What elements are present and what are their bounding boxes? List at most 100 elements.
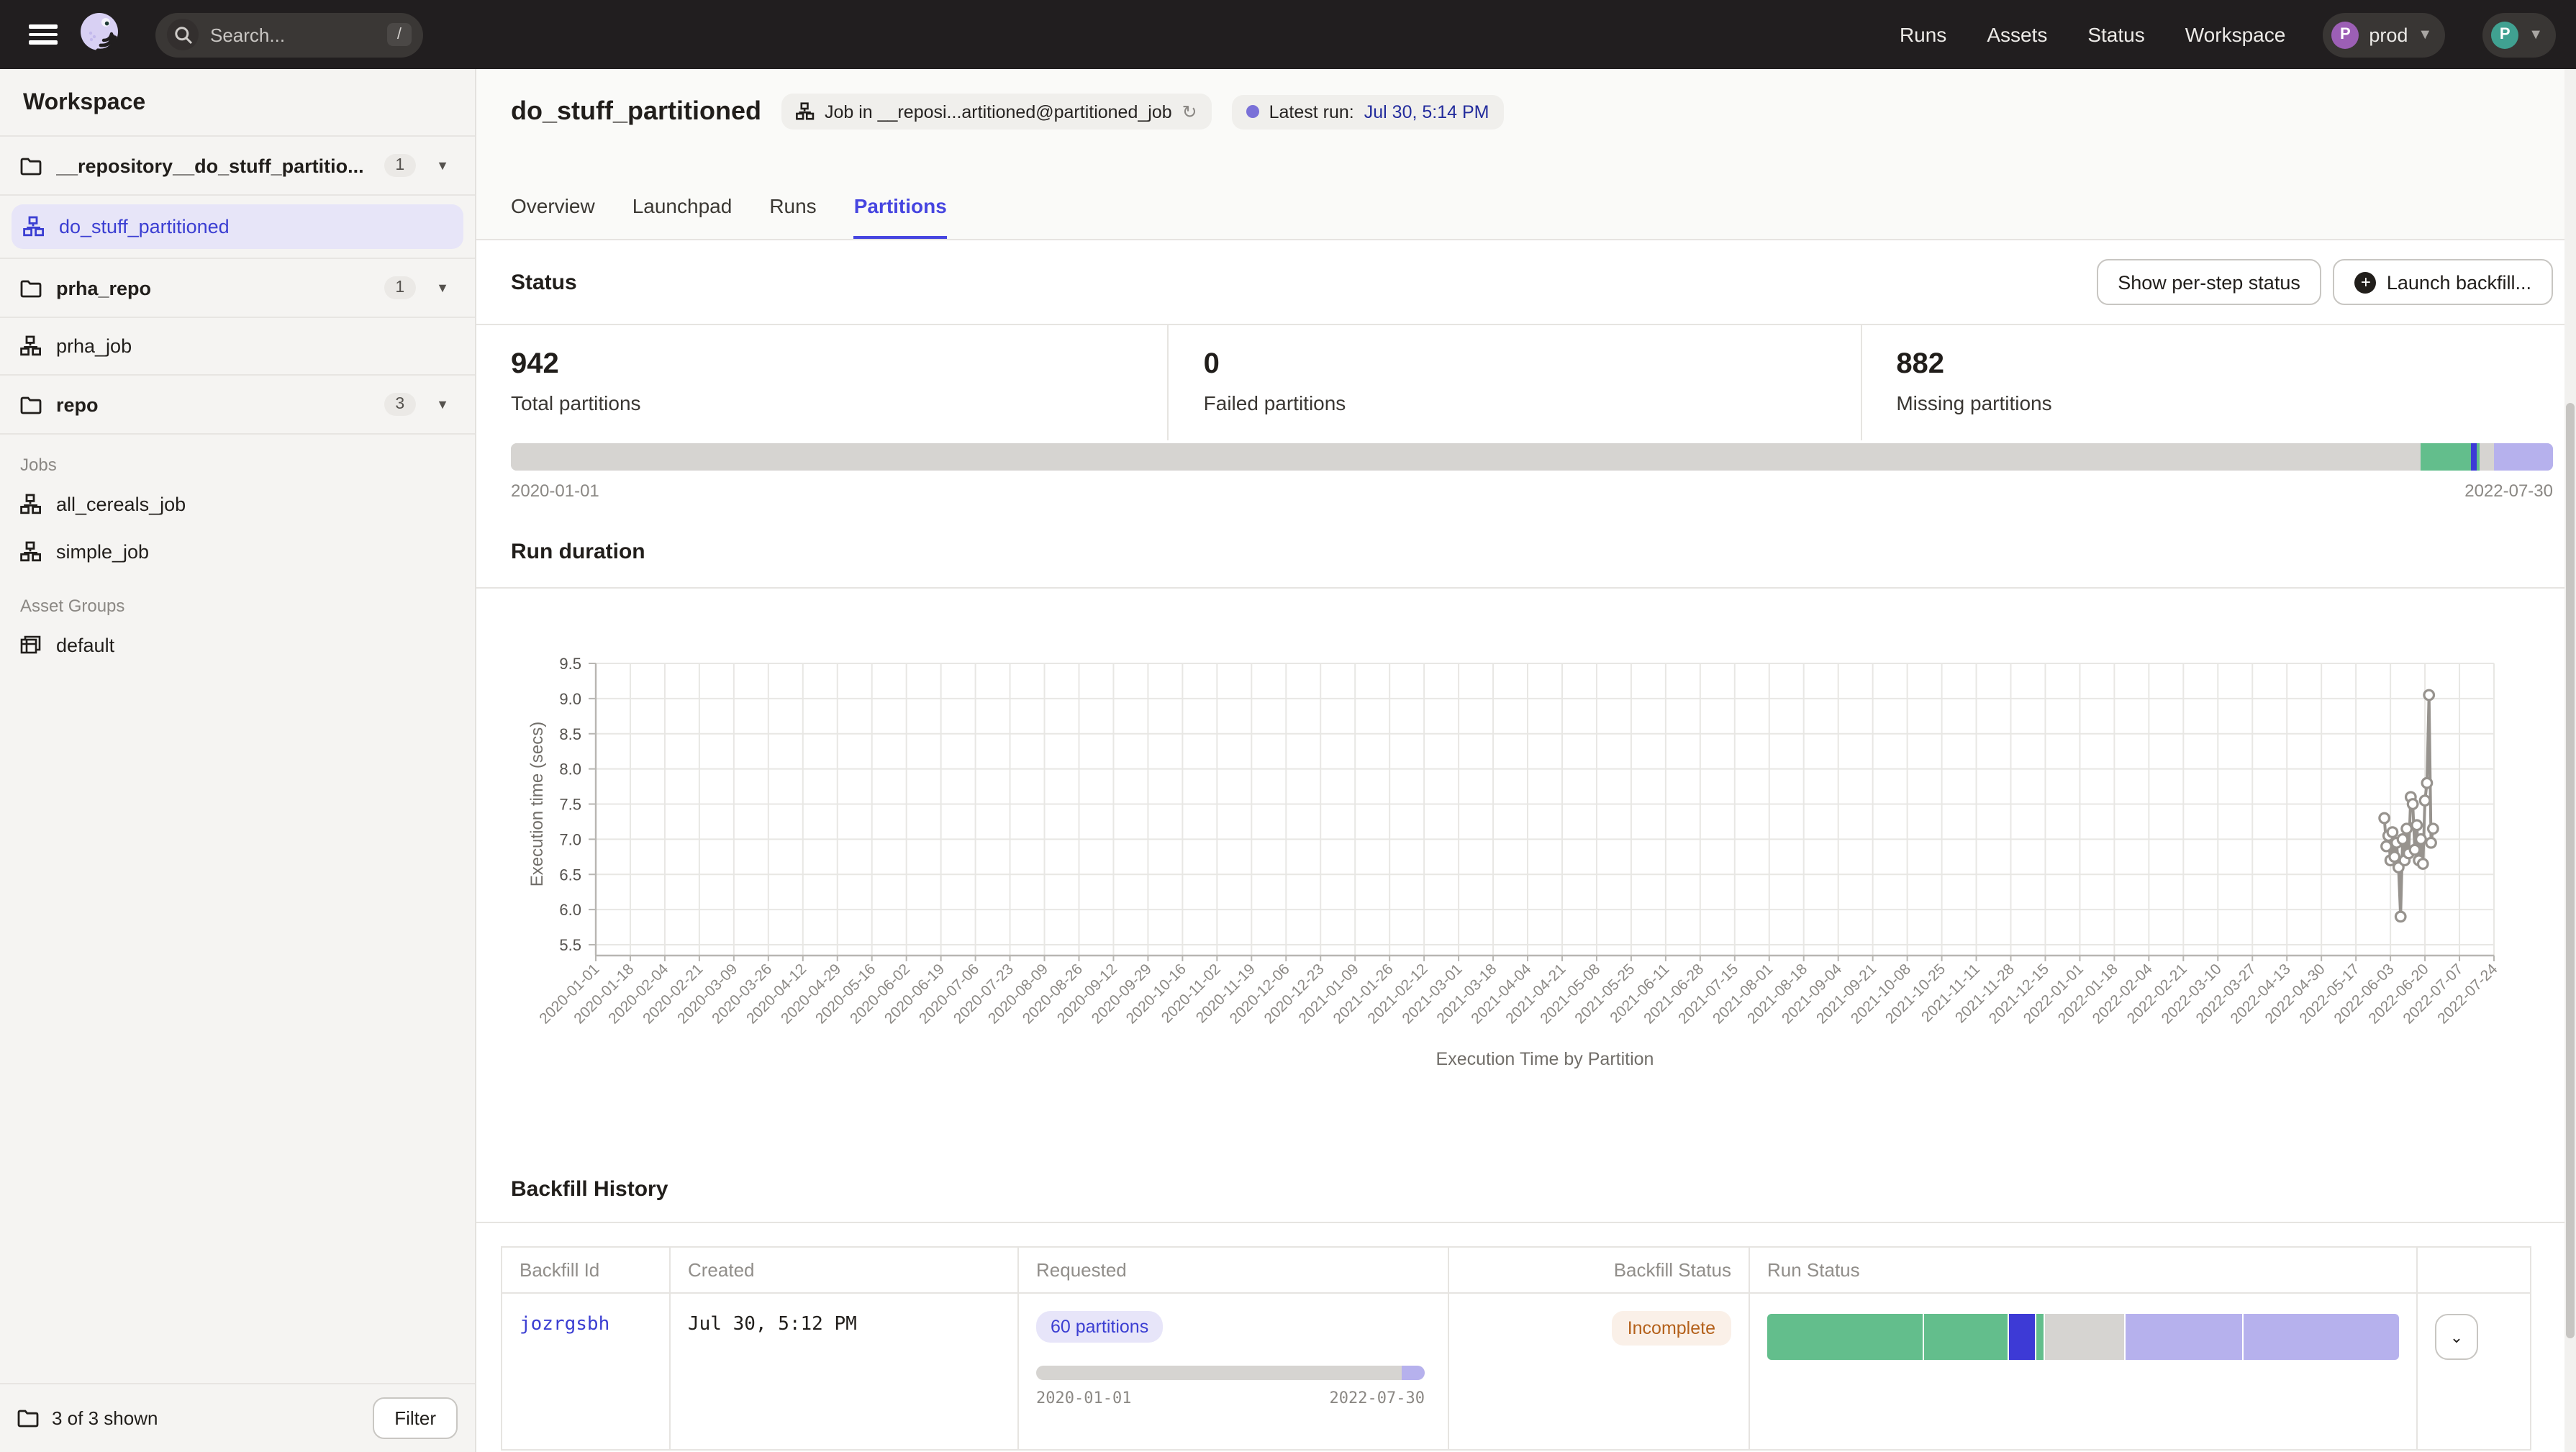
sidebar-item-default-asset-group[interactable]: default xyxy=(0,622,475,669)
nav-workspace[interactable]: Workspace xyxy=(2185,23,2286,46)
vertical-scrollbar[interactable] xyxy=(2564,69,2576,1452)
partition-status-bar[interactable] xyxy=(511,443,2553,471)
job-label: all_cereals_job xyxy=(56,494,186,515)
asset-groups-section-label: Asset Groups xyxy=(0,576,475,622)
sidebar-selected-wrap: do_stuff_partitioned xyxy=(0,196,475,259)
col-requested: Requested xyxy=(1019,1248,1449,1292)
launch-backfill-button[interactable]: + Launch backfill... xyxy=(2334,259,2553,305)
search-placeholder: Search... xyxy=(210,24,387,45)
job-icon xyxy=(796,102,815,121)
sidebar-item-all-cereals-job[interactable]: all_cereals_job xyxy=(0,481,475,528)
tab-overview[interactable]: Overview xyxy=(511,194,595,239)
requested-partitions-pill[interactable]: 60 partitions xyxy=(1036,1311,1163,1343)
expand-row-button[interactable]: ⌄ xyxy=(2435,1314,2478,1360)
latest-run-tag: Latest run: Jul 30, 5:14 PM xyxy=(1232,94,1504,129)
sidebar-footer: 3 of 3 shown Filter xyxy=(0,1383,475,1452)
user-avatar: P xyxy=(2491,21,2518,48)
table-header-row: Backfill Id Created Requested Backfill S… xyxy=(502,1248,2530,1294)
tab-runs[interactable]: Runs xyxy=(769,194,816,239)
page-header: do_stuff_partitioned Job in __reposi...a… xyxy=(476,69,2576,240)
repo-count-badge: 1 xyxy=(384,154,416,177)
workspace-sidebar: Workspace __repository__do_stuff_partiti… xyxy=(0,69,476,1452)
svg-text:7.5: 7.5 xyxy=(559,796,581,814)
user-menu[interactable]: P ▼ xyxy=(2482,12,2556,57)
latest-run-link[interactable]: Jul 30, 5:14 PM xyxy=(1364,101,1489,122)
range-end-date: 2022-07-30 xyxy=(1330,1389,1425,1407)
latest-run-label: Latest run: xyxy=(1269,101,1354,122)
folder-icon xyxy=(20,156,42,175)
job-tabs: Overview Launchpad Runs Partitions xyxy=(511,194,2541,239)
menu-icon[interactable] xyxy=(29,24,58,45)
sidebar-item-do-stuff-partitioned[interactable]: do_stuff_partitioned xyxy=(12,204,463,249)
svg-text:7.0: 7.0 xyxy=(559,830,581,848)
chevron-down-icon[interactable]: ▼ xyxy=(430,281,455,295)
stat-failed-partitions: 0 Failed partitions xyxy=(1168,325,1861,440)
refresh-icon[interactable]: ↻ xyxy=(1182,101,1197,122)
repo-count-badge: 1 xyxy=(384,276,416,299)
deployment-label: prod xyxy=(2369,24,2408,45)
show-per-step-status-button[interactable]: Show per-step status xyxy=(2096,259,2322,305)
deployment-switcher[interactable]: P prod ▼ xyxy=(2323,12,2445,57)
filter-button[interactable]: Filter xyxy=(373,1397,458,1439)
sidebar-repo-do-stuff[interactable]: __repository__do_stuff_partitio... 1 ▼ xyxy=(0,137,475,196)
chevron-down-icon[interactable]: ▼ xyxy=(430,158,455,173)
nav-runs[interactable]: Runs xyxy=(1900,23,1946,46)
job-icon xyxy=(20,335,42,357)
job-label: prha_job xyxy=(56,335,132,357)
repo-label: __repository__do_stuff_partitio... xyxy=(56,155,369,176)
sidebar-item-simple-job[interactable]: simple_job xyxy=(0,528,475,576)
tab-partitions[interactable]: Partitions xyxy=(854,194,947,239)
page-title: do_stuff_partitioned xyxy=(511,96,761,127)
folder-icon xyxy=(20,395,42,414)
run-duration-chart[interactable]: 2020-01-012020-01-182020-02-042020-02-21… xyxy=(476,589,2563,1092)
sidebar-repo-prha[interactable]: prha_repo 1 ▼ xyxy=(0,259,475,318)
top-navigation-bar: Search... / Runs Assets Status Workspace… xyxy=(0,0,2576,69)
scrollbar-thumb[interactable] xyxy=(2566,403,2575,1338)
run-status-dot xyxy=(1246,105,1259,118)
created-value: Jul 30, 5:12 PM xyxy=(688,1314,857,1335)
status-heading: Status xyxy=(511,270,577,294)
repo-count-badge: 3 xyxy=(384,393,416,416)
segment-queued xyxy=(2244,1314,2399,1360)
jobs-section-label: Jobs xyxy=(0,435,475,481)
search-shortcut-key: / xyxy=(387,23,412,46)
segment-missing xyxy=(511,443,2421,471)
sidebar-repo-repo[interactable]: repo 3 ▼ xyxy=(0,376,475,435)
chevron-down-icon: ▼ xyxy=(2418,27,2432,42)
folder-icon xyxy=(17,1409,39,1428)
bar-start-date: 2020-01-01 xyxy=(511,481,599,501)
segment-succeeded xyxy=(1924,1314,2007,1360)
sidebar-item-prha-job[interactable]: prha_job xyxy=(0,322,475,370)
chevron-down-icon[interactable]: ▼ xyxy=(430,397,455,412)
segment-succeeded xyxy=(1767,1314,1923,1360)
asset-group-icon xyxy=(20,635,42,656)
run-duration-heading: Run duration xyxy=(511,540,2553,587)
svg-text:Execution time (secs): Execution time (secs) xyxy=(527,722,547,886)
job-tag[interactable]: Job in __reposi...artitioned@partitioned… xyxy=(781,94,1212,130)
dagster-app: Search... / Runs Assets Status Workspace… xyxy=(0,0,2576,1452)
top-nav-links: Runs Assets Status Workspace xyxy=(1900,23,2285,46)
job-tag-label: Job in __reposi...artitioned@partitioned… xyxy=(825,101,1172,122)
search-icon xyxy=(167,19,199,50)
svg-text:Execution Time by Partition: Execution Time by Partition xyxy=(1436,1049,1654,1069)
job-label: do_stuff_partitioned xyxy=(59,216,230,237)
chevron-down-icon: ▼ xyxy=(2529,27,2543,42)
svg-text:5.5: 5.5 xyxy=(559,936,581,954)
nav-assets[interactable]: Assets xyxy=(1987,23,2047,46)
run-status-bar[interactable] xyxy=(1767,1314,2399,1360)
search-input[interactable]: Search... / xyxy=(155,12,423,57)
nav-status[interactable]: Status xyxy=(2087,23,2144,46)
requested-range-bar xyxy=(1036,1366,1425,1380)
segment-succeeded xyxy=(2036,1314,2044,1360)
range-start-date: 2020-01-01 xyxy=(1036,1389,1131,1407)
svg-text:9.5: 9.5 xyxy=(559,655,581,673)
stat-missing-partitions: 882 Missing partitions xyxy=(1860,325,2553,440)
backfill-id-link[interactable]: jozrgsbh xyxy=(520,1314,609,1335)
svg-text:8.0: 8.0 xyxy=(559,761,581,779)
tab-launchpad[interactable]: Launchpad xyxy=(632,194,733,239)
main-content: do_stuff_partitioned Job in __reposi...a… xyxy=(476,69,2576,1452)
repo-label: prha_repo xyxy=(56,277,369,299)
segment-missing xyxy=(2480,443,2494,471)
job-label: simple_job xyxy=(56,541,149,563)
dagster-logo-icon[interactable] xyxy=(78,12,124,58)
